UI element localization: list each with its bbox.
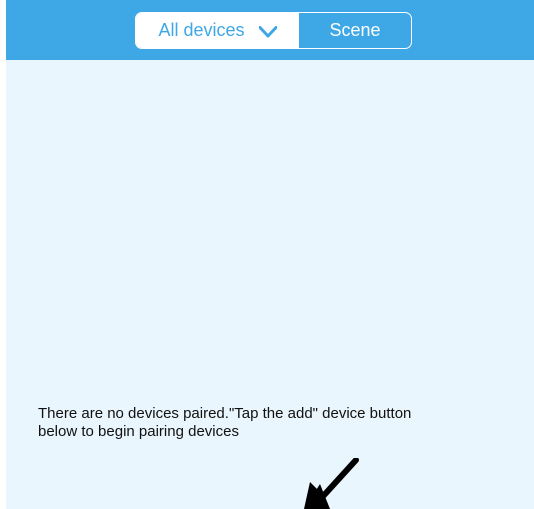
all-devices-label: All devices xyxy=(158,20,245,40)
device-scene-toggle: All devices Scene xyxy=(135,12,412,49)
all-devices-dropdown[interactable]: All devices xyxy=(136,13,299,48)
app-screen: All devices Scene There are no devices p… xyxy=(6,0,534,509)
empty-message-line-2: below to begin pairing devices xyxy=(38,423,239,440)
scene-tab[interactable]: Scene xyxy=(299,13,411,48)
scene-label: Scene xyxy=(329,20,381,40)
top-bar: All devices Scene xyxy=(6,0,534,60)
chevron-down-icon xyxy=(258,25,278,37)
empty-message-line-1: There are no devices paired."Tap the add… xyxy=(38,405,412,422)
empty-state-message: There are no devices paired."Tap the add… xyxy=(38,405,518,441)
arrow-down-left-icon xyxy=(300,457,370,509)
